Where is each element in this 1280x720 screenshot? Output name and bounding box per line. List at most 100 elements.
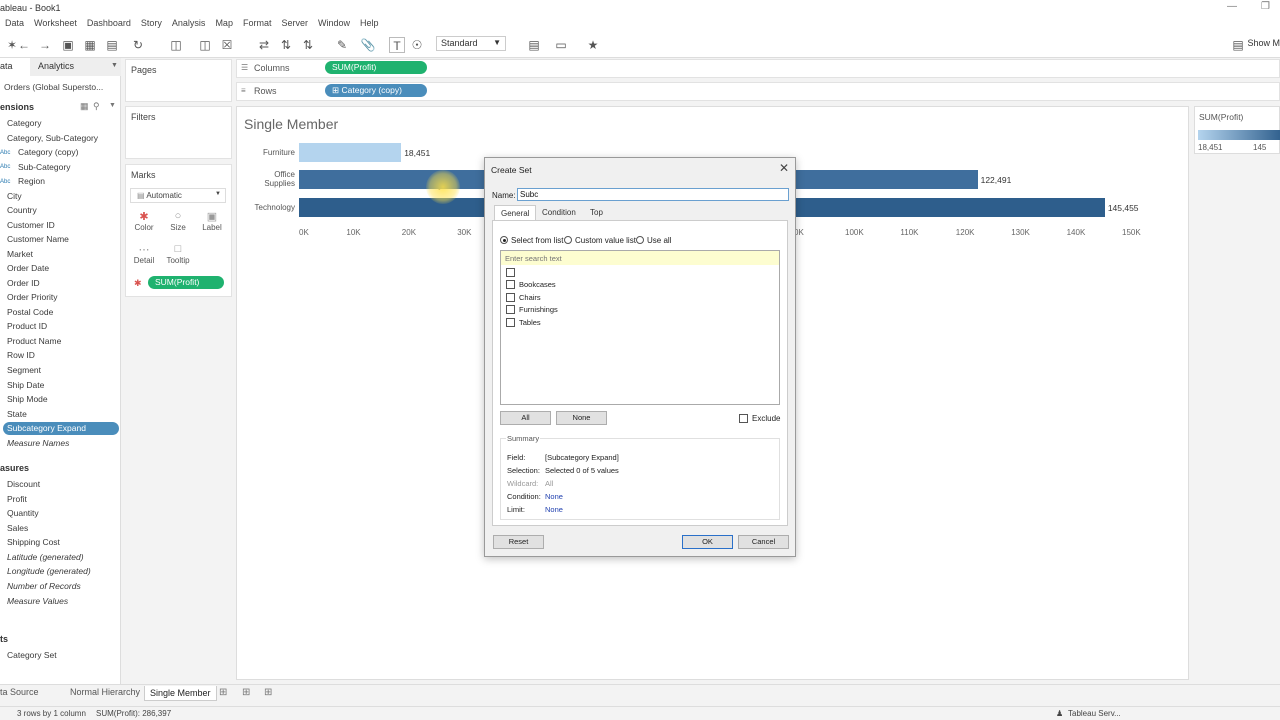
all-button[interactable]: All: [500, 411, 551, 425]
list-item[interactable]: Chairs: [506, 293, 541, 302]
detail-button[interactable]: ⋯ Detail: [130, 243, 158, 265]
minimize-icon[interactable]: —: [1227, 1, 1237, 12]
cancel-button[interactable]: Cancel: [738, 535, 789, 549]
field-number-of-records[interactable]: Number of Records: [7, 581, 81, 591]
undo-icon[interactable]: ←: [16, 37, 32, 53]
menu-data[interactable]: Data: [0, 16, 29, 32]
field-shipping-cost[interactable]: Shipping Cost: [7, 537, 60, 547]
menu-story[interactable]: Story: [136, 16, 167, 32]
filters-card[interactable]: Filters: [125, 106, 232, 159]
ok-button[interactable]: OK: [682, 535, 733, 549]
set-name-input[interactable]: [517, 188, 789, 201]
field-measure-values[interactable]: Measure Values: [7, 596, 68, 606]
radio-use-all[interactable]: Use all: [636, 236, 671, 245]
menu-server[interactable]: Server: [276, 16, 313, 32]
tab-condition[interactable]: Condition: [536, 205, 582, 220]
show-me-button[interactable]: Show M: [1247, 38, 1280, 48]
field-subcategory-expand[interactable]: Subcategory Expand: [3, 422, 119, 435]
columns-pill-sum-profit[interactable]: SUM(Profit): [325, 61, 427, 74]
tab-single-member[interactable]: Single Member: [144, 686, 217, 701]
show-me-icon[interactable]: ▤: [1230, 37, 1246, 53]
radio-custom-value-list[interactable]: Custom value list: [564, 236, 636, 245]
menu-format[interactable]: Format: [238, 16, 277, 32]
field-category-subcategory[interactable]: Category, Sub-Category: [7, 133, 98, 143]
tab-data-source[interactable]: ta Source: [0, 687, 39, 697]
field-sub-category[interactable]: Sub-Category: [18, 162, 70, 172]
search-icon[interactable]: ⚲: [93, 101, 100, 112]
category-label-office-supplies[interactable]: Office Supplies: [235, 170, 295, 188]
category-label-technology[interactable]: Technology: [235, 203, 295, 212]
field-city[interactable]: City: [7, 191, 22, 201]
show-labels-icon[interactable]: T: [389, 37, 405, 53]
menu-window[interactable]: Window: [313, 16, 355, 32]
radio-select-from-list[interactable]: Select from list: [500, 236, 563, 245]
checkbox[interactable]: [506, 280, 515, 289]
save-icon[interactable]: ▣: [60, 37, 76, 53]
reset-button[interactable]: Reset: [493, 535, 544, 549]
new-worksheet-icon[interactable]: ◫: [168, 37, 184, 53]
list-item[interactable]: Furnishings: [506, 305, 558, 314]
fit-select[interactable]: Standard ▼: [436, 36, 506, 51]
none-button[interactable]: None: [556, 411, 607, 425]
checkbox[interactable]: [506, 268, 515, 277]
field-longitude[interactable]: Longitude (generated): [7, 566, 91, 576]
label-button[interactable]: ▣ Label: [198, 210, 226, 232]
field-category[interactable]: Category: [7, 118, 42, 128]
group-icon[interactable]: 📎: [360, 37, 376, 53]
checkbox[interactable]: [506, 305, 515, 314]
field-order-id[interactable]: Order ID: [7, 278, 40, 288]
restore-icon[interactable]: ❐: [1261, 1, 1270, 12]
field-region[interactable]: Region: [18, 176, 45, 186]
new-dashboard-icon[interactable]: ⊞: [242, 687, 250, 698]
duplicate-icon[interactable]: ◫: [197, 37, 213, 53]
category-label-furniture[interactable]: Furniture: [235, 148, 295, 157]
tab-analytics[interactable]: Analytics: [30, 58, 121, 76]
user-icon[interactable]: ♟: [1056, 709, 1063, 718]
highlight-icon[interactable]: ✎: [334, 37, 350, 53]
field-customer-name[interactable]: Customer Name: [7, 234, 69, 244]
tab-general[interactable]: General: [494, 205, 537, 220]
field-measure-names[interactable]: Measure Names: [7, 438, 69, 448]
new-datasource-icon[interactable]: ▦: [82, 37, 98, 53]
field-ship-date[interactable]: Ship Date: [7, 380, 44, 390]
tooltip-button[interactable]: □ Tooltip: [164, 243, 192, 265]
checkbox[interactable]: [506, 293, 515, 302]
close-icon[interactable]: ✕: [779, 161, 789, 175]
menu-analysis[interactable]: Analysis: [167, 16, 211, 32]
color-button[interactable]: ✱ Color: [130, 210, 158, 232]
field-row-id[interactable]: Row ID: [7, 350, 35, 360]
dimensions-menu-icon[interactable]: ▼: [109, 102, 116, 109]
tab-data[interactable]: ata: [0, 58, 30, 76]
grid-view-icon[interactable]: ▦: [80, 101, 89, 112]
marks-pill-sum-profit[interactable]: SUM(Profit): [148, 276, 224, 289]
checkbox[interactable]: [506, 318, 515, 327]
field-profit[interactable]: Profit: [7, 494, 27, 504]
menu-help[interactable]: Help: [355, 16, 384, 32]
list-item[interactable]: Bookcases: [506, 280, 556, 289]
exclude-checkbox[interactable]: Exclude: [739, 414, 780, 423]
field-category-copy[interactable]: Category (copy): [18, 147, 78, 157]
share-icon[interactable]: ★: [585, 37, 601, 53]
list-item[interactable]: [506, 268, 519, 277]
list-item[interactable]: Tables: [506, 318, 541, 327]
field-state[interactable]: State: [7, 409, 27, 419]
redo-icon[interactable]: →: [37, 37, 53, 53]
field-country[interactable]: Country: [7, 205, 37, 215]
checkbox[interactable]: [739, 414, 748, 423]
size-button[interactable]: ○ Size: [164, 210, 192, 232]
rows-pill-category-copy[interactable]: ⊞ Category (copy): [325, 84, 427, 97]
menu-dashboard[interactable]: Dashboard: [82, 16, 136, 32]
menu-map[interactable]: Map: [210, 16, 238, 32]
menu-worksheet[interactable]: Worksheet: [29, 16, 82, 32]
pause-updates-icon[interactable]: ▤: [104, 37, 120, 53]
sort-ascending-icon[interactable]: ⇅: [278, 37, 294, 53]
swap-icon[interactable]: ⇄: [256, 37, 272, 53]
summary-limit-link[interactable]: None: [545, 505, 563, 514]
field-postal-code[interactable]: Postal Code: [7, 307, 53, 317]
new-story-icon[interactable]: ⊞: [264, 687, 272, 698]
pages-card[interactable]: Pages: [125, 59, 232, 102]
new-worksheet-icon[interactable]: ⊞: [219, 687, 227, 698]
field-product-id[interactable]: Product ID: [7, 321, 47, 331]
summary-condition-link[interactable]: None: [545, 492, 563, 501]
datasource-name[interactable]: Orders (Global Supersto...: [4, 82, 103, 92]
